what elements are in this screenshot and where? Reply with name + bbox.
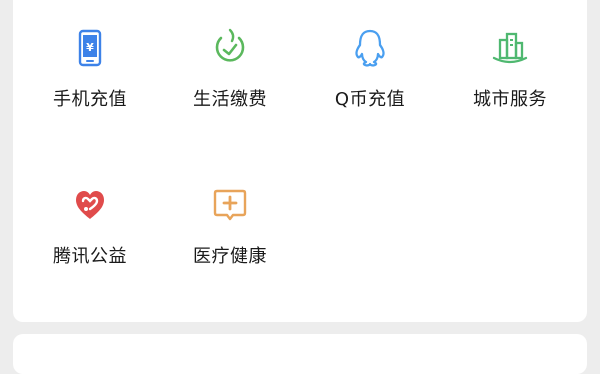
charity-heart-icon <box>68 183 112 227</box>
service-label: 城市服务 <box>473 89 547 110</box>
service-city-services[interactable]: 城市服务 <box>440 26 580 126</box>
svg-text:¥: ¥ <box>86 41 94 54</box>
service-life-payment[interactable]: 生活缴费 <box>160 26 300 126</box>
phone-recharge-icon: ¥ <box>68 26 112 70</box>
service-label: 手机充值 <box>53 89 127 110</box>
service-label: Q币充值 <box>334 89 406 110</box>
life-payment-icon <box>208 26 252 70</box>
service-phone-recharge[interactable]: ¥ 手机充值 <box>20 26 160 126</box>
service-label: 医疗健康 <box>193 246 267 267</box>
service-tencent-charity[interactable]: 腾讯公益 <box>20 183 160 283</box>
qq-penguin-icon <box>348 26 392 70</box>
service-q-coin-recharge[interactable]: Q币充值 <box>300 26 440 126</box>
service-medical-health[interactable]: 医疗健康 <box>160 183 300 283</box>
service-label: 腾讯公益 <box>53 246 127 267</box>
services-grid: ¥ 手机充值 生活缴费 Q币充值 城市服务 腾讯公益 医疗健康 <box>0 0 600 345</box>
city-services-icon <box>488 26 532 70</box>
service-label: 生活缴费 <box>193 89 267 110</box>
medical-health-icon <box>208 183 252 227</box>
